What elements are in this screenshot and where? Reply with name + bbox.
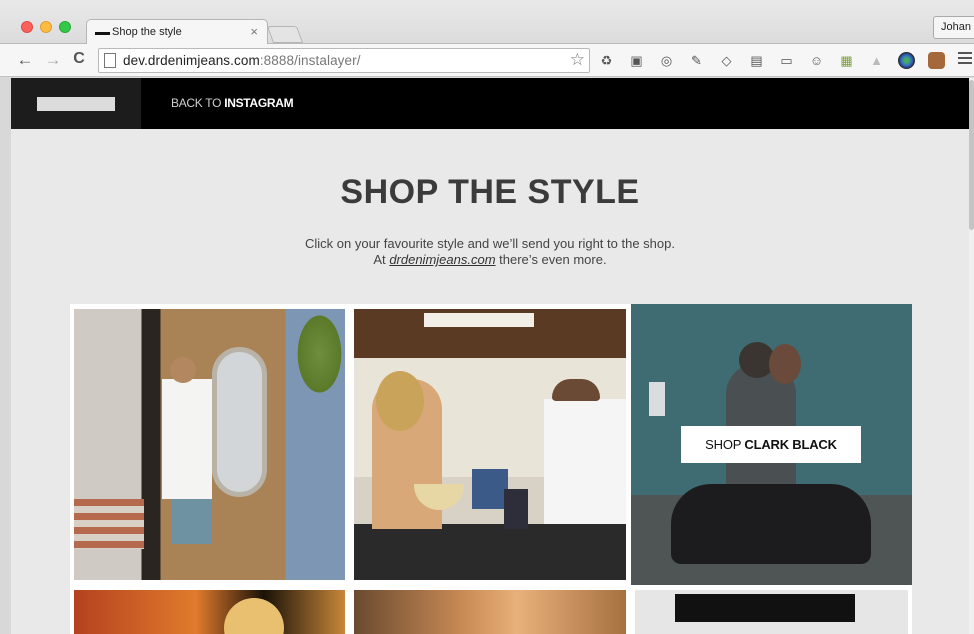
back-arrow-icon[interactable]: ← xyxy=(14,50,36,70)
site-favicon-icon xyxy=(95,32,110,35)
folder-extension-icon[interactable]: ▣ xyxy=(628,52,645,69)
reload-icon[interactable]: C xyxy=(68,50,90,68)
page-scrollbar[interactable] xyxy=(969,78,974,634)
diamond-extension-icon[interactable]: ◇ xyxy=(718,52,735,69)
style-photo-couple[interactable]: SHOP CLARK BLACK xyxy=(631,304,912,585)
shop-product-button[interactable]: SHOP CLARK BLACK xyxy=(681,426,861,463)
site-header: BACK TO INSTAGRAM xyxy=(11,78,969,129)
bookmark-star-icon[interactable]: ☆ xyxy=(570,50,585,70)
clipboard-extension-icon[interactable]: ▤ xyxy=(748,52,765,69)
tab-title: Shop the style xyxy=(112,26,182,38)
style-grid: SHOP CLARK BLACK xyxy=(70,304,912,634)
forward-arrow-icon[interactable]: → xyxy=(42,50,64,70)
style-grid-row-2 xyxy=(70,586,912,634)
scrollbar-thumb[interactable] xyxy=(969,80,974,230)
address-bar[interactable]: dev.drdenimjeans.com:8888/instalayer/ ☆ xyxy=(98,48,590,73)
style-photo-diner[interactable] xyxy=(354,309,626,580)
web-page: BACK TO INSTAGRAM SHOP THE STYLE Click o… xyxy=(11,78,969,634)
drive-extension-icon[interactable]: ▲ xyxy=(868,52,885,69)
reddit-extension-icon[interactable]: ☺ xyxy=(808,52,825,69)
minimize-window-button[interactable] xyxy=(40,21,52,33)
style-photo-4[interactable] xyxy=(74,590,345,634)
browser-tab[interactable]: Shop the style × xyxy=(86,19,268,45)
instagram-extension-icon[interactable] xyxy=(928,52,945,69)
feed-extension-icon[interactable]: ▦ xyxy=(838,52,855,69)
note-extension-icon[interactable]: ✎ xyxy=(688,52,705,69)
profile-button[interactable]: Johan xyxy=(933,16,974,39)
site-logo xyxy=(37,97,115,111)
browser-tab-bar: Shop the style × Johan xyxy=(0,0,974,45)
style-photo-trailer[interactable] xyxy=(74,309,345,580)
close-window-button[interactable] xyxy=(21,21,33,33)
cast-extension-icon[interactable]: ▭ xyxy=(778,52,795,69)
browser-menu-icon[interactable] xyxy=(958,52,972,67)
page-subtitle: Click on your favourite style and we’ll … xyxy=(305,236,675,267)
page-icon xyxy=(104,53,116,68)
sync-extension-icon[interactable]: ◎ xyxy=(658,52,675,69)
page-title: SHOP THE STYLE xyxy=(340,173,640,211)
style-photo-5[interactable] xyxy=(354,590,626,634)
recycle-extension-icon[interactable]: ♻ xyxy=(598,52,615,69)
back-to-instagram-link[interactable]: BACK TO INSTAGRAM xyxy=(171,96,294,110)
logo-area[interactable] xyxy=(11,78,141,129)
maximize-window-button[interactable] xyxy=(59,21,71,33)
tab-close-icon[interactable]: × xyxy=(250,24,258,39)
color-extension-icon[interactable] xyxy=(898,52,915,69)
style-photo-6[interactable] xyxy=(635,590,908,634)
drdenimjeans-link[interactable]: drdenimjeans.com xyxy=(389,252,495,267)
new-tab-button[interactable] xyxy=(266,26,304,43)
url-text[interactable]: dev.drdenimjeans.com:8888/instalayer/ xyxy=(123,53,361,68)
browser-toolbar: ← → C dev.drdenimjeans.com:8888/instalay… xyxy=(0,44,974,77)
